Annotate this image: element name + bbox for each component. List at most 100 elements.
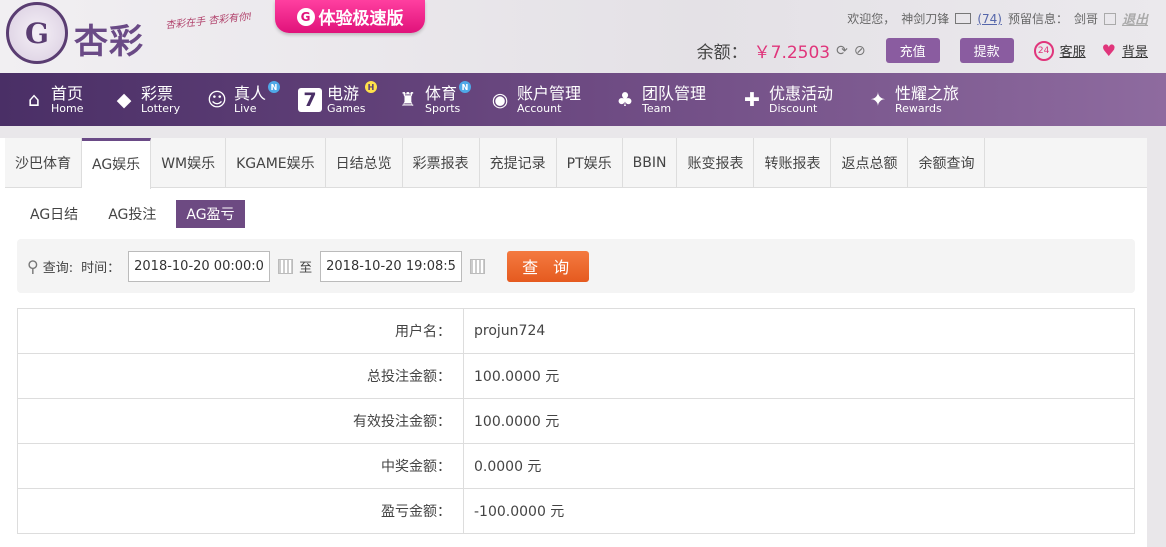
tab-wm-entertainment[interactable]: WM娱乐 (151, 138, 227, 187)
house-icon: ⌂ (27, 89, 41, 111)
tab-pt-entertainment[interactable]: PT娱乐 (556, 138, 623, 187)
nav-label-en: Games (327, 102, 366, 115)
reserved-info-value: 剑哥 (1073, 12, 1098, 26)
tab-transfer-report[interactable]: 转账报表 (754, 138, 832, 187)
nav-item-sports[interactable]: ♜ 体育 Sports N (396, 81, 471, 118)
logo-text: 杏彩 (74, 22, 144, 62)
calendar-icon[interactable] (278, 258, 294, 274)
nav-item-games[interactable]: 7 电游 Games H (298, 81, 377, 118)
nav-item-account[interactable]: ◉ 账户管理 Account (488, 82, 581, 118)
balance-row: 余额： ￥7.2503 ⟳ ⊘ 充值 提款 24 客服 ♥ 背景 (697, 38, 1148, 63)
nav-label-en: Home (51, 102, 84, 115)
row-label: 总投注金额： (17, 353, 464, 399)
tab-saba-sports[interactable]: 沙巴体育 (5, 138, 82, 187)
row-value: -100.0000 元 (463, 488, 1135, 534)
trophy-icon: ♜ (399, 89, 417, 111)
mail-icon[interactable] (955, 13, 972, 24)
nav-label-cn: 彩票 (141, 84, 174, 103)
mail-count-link[interactable]: (74) (977, 12, 1002, 26)
withdraw-button[interactable]: 提款 (959, 38, 1014, 63)
search-label: 查询: (42, 260, 74, 276)
table-row: 总投注金额： 100.0000 元 (17, 353, 1135, 399)
nav-label-cn: 首页 (51, 84, 84, 103)
new-badge: N (459, 81, 471, 93)
welcome-text: 欢迎您， (847, 12, 896, 26)
end-time-input[interactable] (320, 250, 463, 282)
nav-item-lottery[interactable]: ◆ 彩票 Lottery (112, 82, 180, 118)
tab-bbin[interactable]: BBIN (622, 138, 678, 187)
nav-item-labels: 团队管理 Team (642, 85, 706, 115)
tab-deposit-withdraw-records[interactable]: 充提记录 (479, 138, 557, 187)
shirt-icon[interactable]: ♥ (1102, 41, 1116, 60)
main-nav: ⌂ 首页 Home ◆ 彩票 Lottery ☺ 真人 Live N 7 电游 Games… (0, 73, 1166, 126)
time-label: 时间： (81, 260, 121, 276)
promo-logo-icon: G (296, 7, 315, 26)
calendar-icon[interactable] (470, 258, 486, 274)
report-panel: 沙巴体育 AG娱乐 WM娱乐 KGAME娱乐 日结总览 彩票报表 充提记录 PT… (0, 138, 1147, 547)
header: G 杏彩 杏彩在手 杏彩有你! G 体验极速版 欢迎您， 神剑刀锋 (74) 预… (0, 0, 1166, 73)
query-button[interactable]: 查 询 (507, 250, 590, 282)
search-icon: ⚲ (27, 256, 39, 276)
start-time-input[interactable] (128, 250, 271, 282)
query-filter-bar: ⚲ 查询: 时间： 至 查 询 (17, 239, 1135, 293)
tab-daily-overview[interactable]: 日结总览 (325, 138, 403, 187)
nav-item-home[interactable]: ⌂ 首页 Home (22, 82, 84, 118)
user-info-bar: 欢迎您， 神剑刀锋 (74) 预留信息： 剑哥 退出 (847, 9, 1148, 29)
row-value: 0.0000 元 (463, 443, 1135, 489)
nav-label-en: Account (517, 102, 562, 115)
tab-ag-entertainment[interactable]: AG娱乐 (82, 138, 152, 189)
subtab-ag-daily[interactable]: AG日结 (20, 200, 88, 228)
customer-service-icon[interactable]: 24 (1033, 40, 1054, 61)
dealer-icon: ☺ (205, 88, 229, 112)
row-value: 100.0000 元 (463, 353, 1135, 399)
rocket-icon: ✦ (870, 89, 886, 111)
promo-speed-version-button[interactable]: G 体验极速版 (275, 0, 425, 33)
row-label: 盈亏金额： (17, 488, 464, 534)
table-row: 有效投注金额： 100.0000 元 (17, 398, 1135, 444)
nav-item-labels: 账户管理 Account (517, 85, 581, 115)
deposit-button[interactable]: 充值 (885, 38, 940, 63)
reserved-info-label: 预留信息： (1007, 12, 1068, 26)
logo[interactable]: G 杏彩 (6, 2, 166, 66)
tab-lottery-report[interactable]: 彩票报表 (402, 138, 480, 187)
account-icon: ◉ (491, 89, 509, 111)
nav-item-live[interactable]: ☺ 真人 Live N (205, 81, 280, 118)
nav-item-labels: 真人 Live N (234, 81, 280, 115)
team-icon: ♣ (616, 89, 634, 111)
logout-link[interactable]: 退出 (1122, 9, 1148, 28)
hot-badge: H (365, 81, 377, 93)
eye-slash-icon[interactable]: ⊘ (854, 43, 866, 59)
row-label: 中奖金额： (17, 443, 464, 489)
tab-kgame-entertainment[interactable]: KGAME娱乐 (226, 138, 326, 187)
tab-account-change-report[interactable]: 账变报表 (677, 138, 755, 187)
nav-label-en: Live (234, 102, 257, 115)
nav-label-en: Team (642, 102, 672, 115)
nav-label-cn: 优惠活动 (769, 84, 834, 103)
table-row: 中奖金额： 0.0000 元 (17, 443, 1135, 489)
table-row: 用户名： projun724 (17, 308, 1135, 354)
nav-label-en: Lottery (141, 102, 181, 115)
nav-item-labels: 体育 Sports N (425, 81, 471, 115)
new-badge: N (268, 81, 280, 93)
nav-item-team[interactable]: ♣ 团队管理 Team (613, 82, 706, 118)
gift-icon: ✚ (744, 89, 760, 111)
nav-label-en: Discount (769, 102, 818, 115)
nav-item-rewards[interactable]: ✦ 性耀之旅 Rewards (866, 82, 959, 118)
nav-label-cn: 账户管理 (517, 84, 582, 103)
tab-rebate-total[interactable]: 返点总额 (831, 138, 909, 187)
refresh-icon[interactable]: ⟳ (836, 43, 848, 59)
tab-balance-query[interactable]: 余额查询 (908, 138, 986, 187)
subtab-ag-profit-loss[interactable]: AG盈亏 (176, 200, 245, 228)
row-value: projun724 (463, 308, 1135, 354)
subtab-ag-bets[interactable]: AG投注 (98, 200, 166, 228)
customer-service-link[interactable]: 客服 (1060, 41, 1086, 60)
background-link[interactable]: 背景 (1122, 41, 1148, 60)
to-label: 至 (299, 260, 313, 276)
nav-item-discount[interactable]: ✚ 优惠活动 Discount (740, 82, 833, 118)
nav-item-labels: 性耀之旅 Rewards (895, 85, 959, 115)
username: 神剑刀锋 (901, 12, 950, 26)
nav-label-en: Sports (425, 102, 461, 115)
nav-glyph: ☺ (207, 89, 227, 111)
logo-emblem-icon: G (6, 2, 68, 64)
edit-icon[interactable] (1103, 12, 1116, 25)
